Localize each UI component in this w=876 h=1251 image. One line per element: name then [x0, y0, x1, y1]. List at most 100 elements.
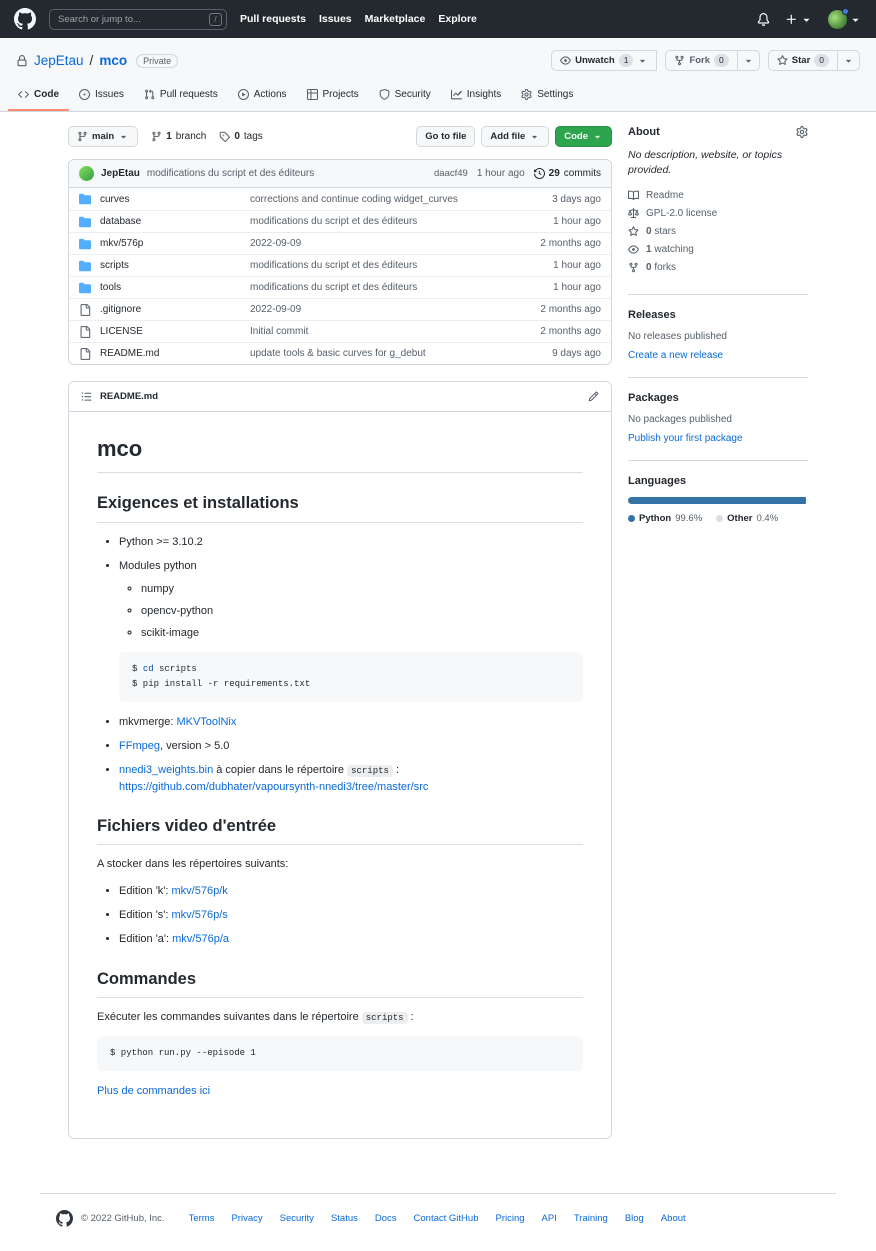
tab-pull-requests[interactable]: Pull requests [134, 81, 228, 111]
footer-link-security[interactable]: Security [280, 1213, 314, 1224]
add-file-button[interactable]: Add file [481, 126, 549, 147]
language-name: Other [727, 513, 752, 524]
language-other-link[interactable]: Other 0.4% [716, 513, 778, 524]
tab-insights[interactable]: Insights [441, 81, 511, 111]
branch-selector-button[interactable]: main [68, 126, 138, 147]
footer-link-training[interactable]: Training [574, 1213, 608, 1224]
nav-marketplace[interactable]: Marketplace [365, 13, 426, 25]
readme-link[interactable]: Readme [628, 190, 808, 201]
footer-link-contact[interactable]: Contact GitHub [414, 1213, 479, 1224]
more-commands-link[interactable]: Plus de commandes ici [97, 1085, 210, 1097]
publish-package-link[interactable]: Publish your first package [628, 433, 743, 444]
file-name-link[interactable]: LICENSE [100, 326, 143, 337]
file-age-link[interactable]: 3 days ago [516, 194, 601, 205]
file-age-link[interactable]: 1 hour ago [516, 216, 601, 227]
file-age-link[interactable]: 1 hour ago [516, 282, 601, 293]
user-menu-button[interactable] [828, 10, 862, 29]
tab-settings[interactable]: Settings [511, 81, 583, 111]
file-commit-message-link[interactable]: 2022-09-09 [250, 238, 516, 249]
file-name-link[interactable]: scripts [100, 260, 129, 271]
nnedi3-weights-link[interactable]: nnedi3_weights.bin [119, 764, 213, 776]
footer-link-terms[interactable]: Terms [189, 1213, 215, 1224]
footer-link-api[interactable]: API [542, 1213, 557, 1224]
fork-dropdown-button[interactable] [738, 50, 760, 71]
fork-button[interactable]: Fork 0 [665, 50, 737, 71]
file-age-link[interactable]: 2 months ago [516, 304, 601, 315]
footer-link-status[interactable]: Status [331, 1213, 358, 1224]
search-input[interactable] [49, 9, 227, 30]
vapoursynth-nnedi3-url-link[interactable]: https://github.com/dubhater/vapoursynth-… [119, 781, 428, 793]
file-age-link[interactable]: 9 days ago [516, 348, 601, 359]
edit-readme-button[interactable] [588, 391, 599, 402]
file-name-link[interactable]: README.md [100, 348, 159, 359]
tab-issues[interactable]: Issues [69, 81, 134, 111]
tab-label: Security [395, 89, 431, 100]
go-to-file-button[interactable]: Go to file [416, 126, 475, 147]
license-link[interactable]: GPL-2.0 license [628, 208, 808, 219]
file-commit-message-link[interactable]: modifications du script et des éditeurs [250, 260, 516, 271]
ffmpeg-link[interactable]: FFmpeg [119, 740, 160, 752]
footer-link-pricing[interactable]: Pricing [495, 1213, 524, 1224]
modules-sublist: numpy opencv-python scikit-image [119, 581, 583, 642]
language-dot-icon [628, 515, 635, 522]
star-dropdown-button[interactable] [838, 50, 860, 71]
file-age-link[interactable]: 2 months ago [516, 326, 601, 337]
file-commit-message-link[interactable]: corrections and continue coding widget_c… [250, 194, 516, 205]
create-new-button[interactable] [785, 13, 813, 26]
edition-a-link[interactable]: mkv/576p/a [172, 933, 229, 945]
file-commit-message-link[interactable]: modifications du script et des éditeurs [250, 216, 516, 227]
file-name-link[interactable]: database [100, 216, 141, 227]
nav-issues[interactable]: Issues [319, 13, 352, 25]
file-age-link[interactable]: 2 months ago [516, 238, 601, 249]
commit-author-avatar[interactable] [79, 166, 94, 181]
star-icon [628, 226, 639, 237]
page-footer: © 2022 GitHub, Inc. Terms Privacy Securi… [40, 1193, 836, 1251]
shell-prompt: $ [132, 664, 143, 674]
language-python-link[interactable]: Python 99.6% [628, 513, 702, 524]
footer-link-privacy[interactable]: Privacy [231, 1213, 262, 1224]
code-download-button[interactable]: Code [555, 126, 612, 147]
commits-history-link[interactable]: 29 commits [534, 168, 601, 179]
file-name-link[interactable]: tools [100, 282, 121, 293]
tab-security[interactable]: Security [369, 81, 441, 111]
edit-about-button[interactable] [796, 126, 808, 138]
footer-link-blog[interactable]: Blog [625, 1213, 644, 1224]
watching-link[interactable]: 1 watching [628, 244, 808, 255]
edition-k-link[interactable]: mkv/576p/k [172, 885, 228, 897]
repo-owner-link[interactable]: JepEtau [34, 53, 84, 68]
footer-github-logo[interactable] [56, 1210, 73, 1227]
nav-pull-requests[interactable]: Pull requests [240, 13, 306, 25]
file-name-link[interactable]: curves [100, 194, 129, 205]
file-name-link[interactable]: mkv/576p [100, 238, 143, 249]
tab-actions[interactable]: Actions [228, 81, 297, 111]
footer-link-docs[interactable]: Docs [375, 1213, 397, 1224]
github-logo[interactable] [14, 8, 36, 30]
file-commit-message-link[interactable]: 2022-09-09 [250, 304, 516, 315]
star-button[interactable]: Star 0 [768, 50, 838, 71]
file-commit-message-link[interactable]: Initial commit [250, 326, 516, 337]
tab-code[interactable]: Code [8, 81, 69, 111]
list-icon[interactable] [81, 391, 92, 402]
create-release-link[interactable]: Create a new release [628, 350, 723, 361]
file-commit-message-link[interactable]: update tools & basic curves for g_debut [250, 348, 516, 359]
commands-intro: Exécuter les commandes suivantes dans le… [97, 1009, 583, 1026]
file-name-link[interactable]: .gitignore [100, 304, 141, 315]
file-commit-message-link[interactable]: modifications du script et des éditeurs [250, 282, 516, 293]
mkvtoolnix-link[interactable]: MKVToolNix [176, 716, 236, 728]
commit-message-link[interactable]: modifications du script et des éditeurs [147, 168, 314, 179]
file-age-link[interactable]: 1 hour ago [516, 260, 601, 271]
unwatch-button[interactable]: Unwatch 1 [551, 50, 657, 71]
stars-link[interactable]: 0 stars [628, 226, 808, 237]
commit-sha-link[interactable]: daacf49 [434, 168, 468, 179]
commit-author-link[interactable]: JepEtau [101, 168, 140, 179]
branches-link[interactable]: 1 branch [151, 131, 206, 142]
chevron-down-icon [843, 55, 854, 66]
footer-link-about[interactable]: About [661, 1213, 686, 1224]
repo-name-link[interactable]: mco [99, 53, 127, 68]
notifications-button[interactable] [757, 13, 770, 26]
tab-projects[interactable]: Projects [297, 81, 369, 111]
edition-s-link[interactable]: mkv/576p/s [172, 909, 228, 921]
tags-link[interactable]: 0 tags [219, 131, 262, 142]
nav-explore[interactable]: Explore [438, 13, 477, 25]
forks-link[interactable]: 0 forks [628, 262, 808, 273]
